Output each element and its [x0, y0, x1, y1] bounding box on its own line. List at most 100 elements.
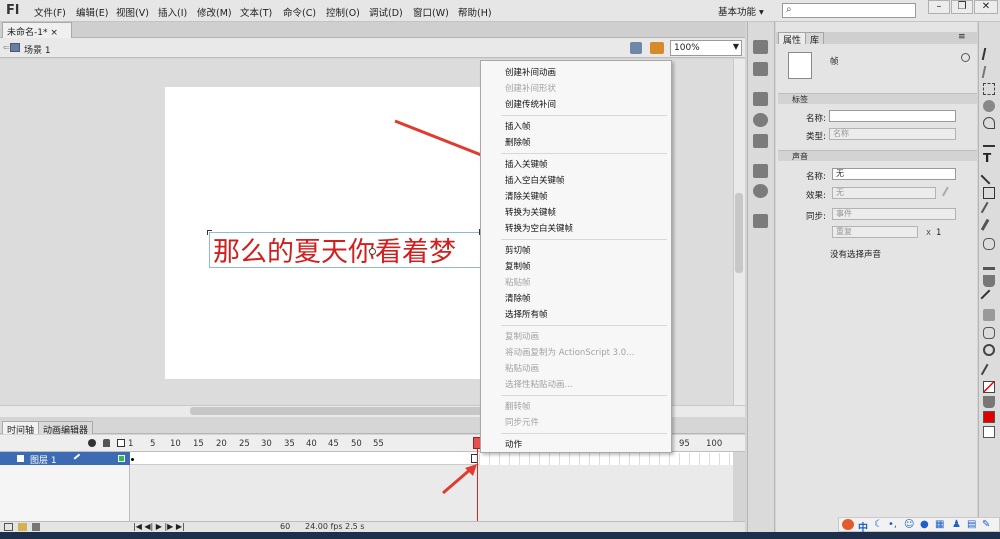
- menu-help[interactable]: 帮助(H): [458, 5, 492, 19]
- stroke-swatch[interactable]: [983, 381, 995, 393]
- motion-presets-icon[interactable]: [753, 214, 768, 228]
- components-icon[interactable]: [753, 184, 768, 198]
- help-icon[interactable]: [961, 53, 970, 62]
- info-icon[interactable]: [753, 113, 768, 127]
- context-menu-item[interactable]: 剪切帧: [505, 244, 531, 256]
- panel-menu-icon[interactable]: ≡: [958, 32, 966, 42]
- text-tool-icon[interactable]: T: [983, 151, 991, 165]
- 3d-rotation-icon[interactable]: [983, 100, 995, 112]
- context-menu-item[interactable]: 插入空白关键帧: [505, 174, 565, 186]
- context-menu-item[interactable]: 转换为关键帧: [505, 206, 556, 218]
- user-icon[interactable]: ♟: [952, 519, 961, 530]
- menu-insert[interactable]: 插入(I): [158, 5, 187, 19]
- frame-label-input[interactable]: [829, 110, 956, 122]
- document-tab[interactable]: 未命名-1* ×: [2, 22, 72, 38]
- frame-rate[interactable]: 24.00 fps: [305, 522, 343, 531]
- lasso-icon[interactable]: [983, 117, 995, 129]
- label-section-header[interactable]: 标签: [778, 93, 977, 104]
- deco-tool-icon[interactable]: [983, 238, 995, 250]
- fill-color-icon[interactable]: [983, 396, 995, 408]
- minimize-button[interactable]: –: [928, 0, 950, 14]
- transform-point[interactable]: [369, 248, 376, 255]
- repeat-count[interactable]: 1: [936, 228, 941, 238]
- transform-icon[interactable]: [753, 134, 768, 148]
- moon-icon[interactable]: ☾: [874, 519, 883, 530]
- settings-icon[interactable]: ✎: [982, 519, 990, 530]
- context-menu-item[interactable]: 清除帧: [505, 292, 531, 304]
- context-menu-item[interactable]: 清除关键帧: [505, 190, 548, 202]
- context-menu-item[interactable]: 转换为空白关键帧: [505, 222, 573, 234]
- subselection-tool-icon[interactable]: [981, 66, 997, 78]
- menu-modify[interactable]: 修改(M): [197, 5, 232, 19]
- edit-symbols-icon[interactable]: [650, 42, 664, 54]
- new-layer-icon[interactable]: [4, 523, 13, 531]
- smiley-icon[interactable]: ☺: [904, 519, 914, 530]
- tab-timeline[interactable]: 时间轴: [2, 421, 40, 436]
- close-tab-icon[interactable]: ×: [50, 28, 58, 38]
- workspace-switcher[interactable]: 基本功能 ▾: [718, 4, 764, 18]
- context-menu-item[interactable]: 删除帧: [505, 136, 531, 148]
- keyboard-icon[interactable]: ▦: [935, 519, 944, 530]
- menu-commands[interactable]: 命令(C): [283, 5, 316, 19]
- menu-edit[interactable]: 编辑(E): [76, 5, 108, 19]
- layer-color-swatch[interactable]: [118, 455, 125, 462]
- eye-icon[interactable]: [88, 439, 96, 447]
- tab-library[interactable]: 库: [805, 32, 825, 46]
- playback-controls-icon[interactable]: |◀ ◀| ▶ |▶ ▶|: [133, 522, 185, 531]
- repeat-select[interactable]: 重复: [832, 226, 918, 238]
- fill-swatch[interactable]: [983, 411, 995, 423]
- current-frame[interactable]: 60: [280, 522, 290, 531]
- keyframe-dot[interactable]: [131, 458, 134, 461]
- new-folder-icon[interactable]: [18, 523, 27, 531]
- swatches-icon[interactable]: [753, 62, 768, 76]
- lock-icon[interactable]: [103, 439, 110, 447]
- selection-tool-icon[interactable]: [981, 48, 997, 60]
- menu-view[interactable]: 视图(V): [116, 5, 149, 19]
- sound-section-header[interactable]: 声音: [778, 150, 977, 161]
- grid-icon[interactable]: ▤: [967, 519, 976, 530]
- edit-scene-icon[interactable]: [630, 42, 642, 54]
- tab-properties[interactable]: 属性: [778, 32, 807, 46]
- close-button[interactable]: ✕: [974, 0, 998, 14]
- context-menu-item[interactable]: 选择所有帧: [505, 308, 548, 320]
- effect-select[interactable]: 无: [832, 187, 936, 199]
- bone-tool-icon[interactable]: [983, 258, 995, 270]
- align-icon[interactable]: [753, 92, 768, 106]
- trash-icon[interactable]: [32, 523, 40, 531]
- free-transform-icon[interactable]: [983, 83, 995, 95]
- back-arrow-icon[interactable]: ⇐: [3, 43, 10, 52]
- menu-control[interactable]: 控制(O): [326, 5, 360, 19]
- sound-name-select[interactable]: 无: [832, 168, 956, 180]
- punctuation-icon[interactable]: •,: [888, 519, 897, 530]
- context-menu-item[interactable]: 创建补间动画: [505, 66, 556, 78]
- context-menu-item[interactable]: 插入关键帧: [505, 158, 548, 170]
- scene-breadcrumb[interactable]: 场景 1: [24, 43, 51, 56]
- pen-tool-icon[interactable]: [983, 135, 995, 147]
- help-search-input[interactable]: ⌕: [782, 3, 916, 18]
- sync-select[interactable]: 事件: [832, 208, 956, 220]
- ime-logo-icon[interactable]: [842, 519, 854, 530]
- label-type-select[interactable]: 名称: [829, 128, 956, 140]
- menu-debug[interactable]: 调试(D): [369, 5, 403, 19]
- hand-tool-icon[interactable]: [983, 327, 995, 339]
- outline-icon[interactable]: [117, 439, 125, 447]
- zoom-tool-icon[interactable]: [983, 344, 995, 356]
- vertical-scroll-thumb[interactable]: [735, 193, 743, 273]
- default-colors-icon[interactable]: [983, 426, 995, 438]
- context-menu-item[interactable]: 创建传统补间: [505, 98, 556, 110]
- color-panel-icon[interactable]: [753, 40, 768, 54]
- zoom-select[interactable]: 100% ▼: [670, 40, 742, 56]
- rectangle-tool-icon[interactable]: [983, 187, 995, 199]
- context-menu-item[interactable]: 复制帧: [505, 260, 531, 272]
- menu-text[interactable]: 文本(T): [240, 5, 272, 19]
- empty-frames[interactable]: [479, 453, 733, 465]
- stage-text[interactable]: 那么的夏天你看着梦: [213, 230, 456, 269]
- restore-button[interactable]: ❐: [951, 0, 973, 14]
- eraser-icon[interactable]: [983, 309, 995, 321]
- tab-motion-editor[interactable]: 动画编辑器: [38, 421, 94, 436]
- menu-window[interactable]: 窗口(W): [413, 5, 449, 19]
- code-snippets-icon[interactable]: [753, 164, 768, 178]
- microphone-icon[interactable]: ●: [920, 519, 929, 530]
- paint-bucket-icon[interactable]: [983, 275, 995, 287]
- context-menu-item[interactable]: 插入帧: [505, 120, 531, 132]
